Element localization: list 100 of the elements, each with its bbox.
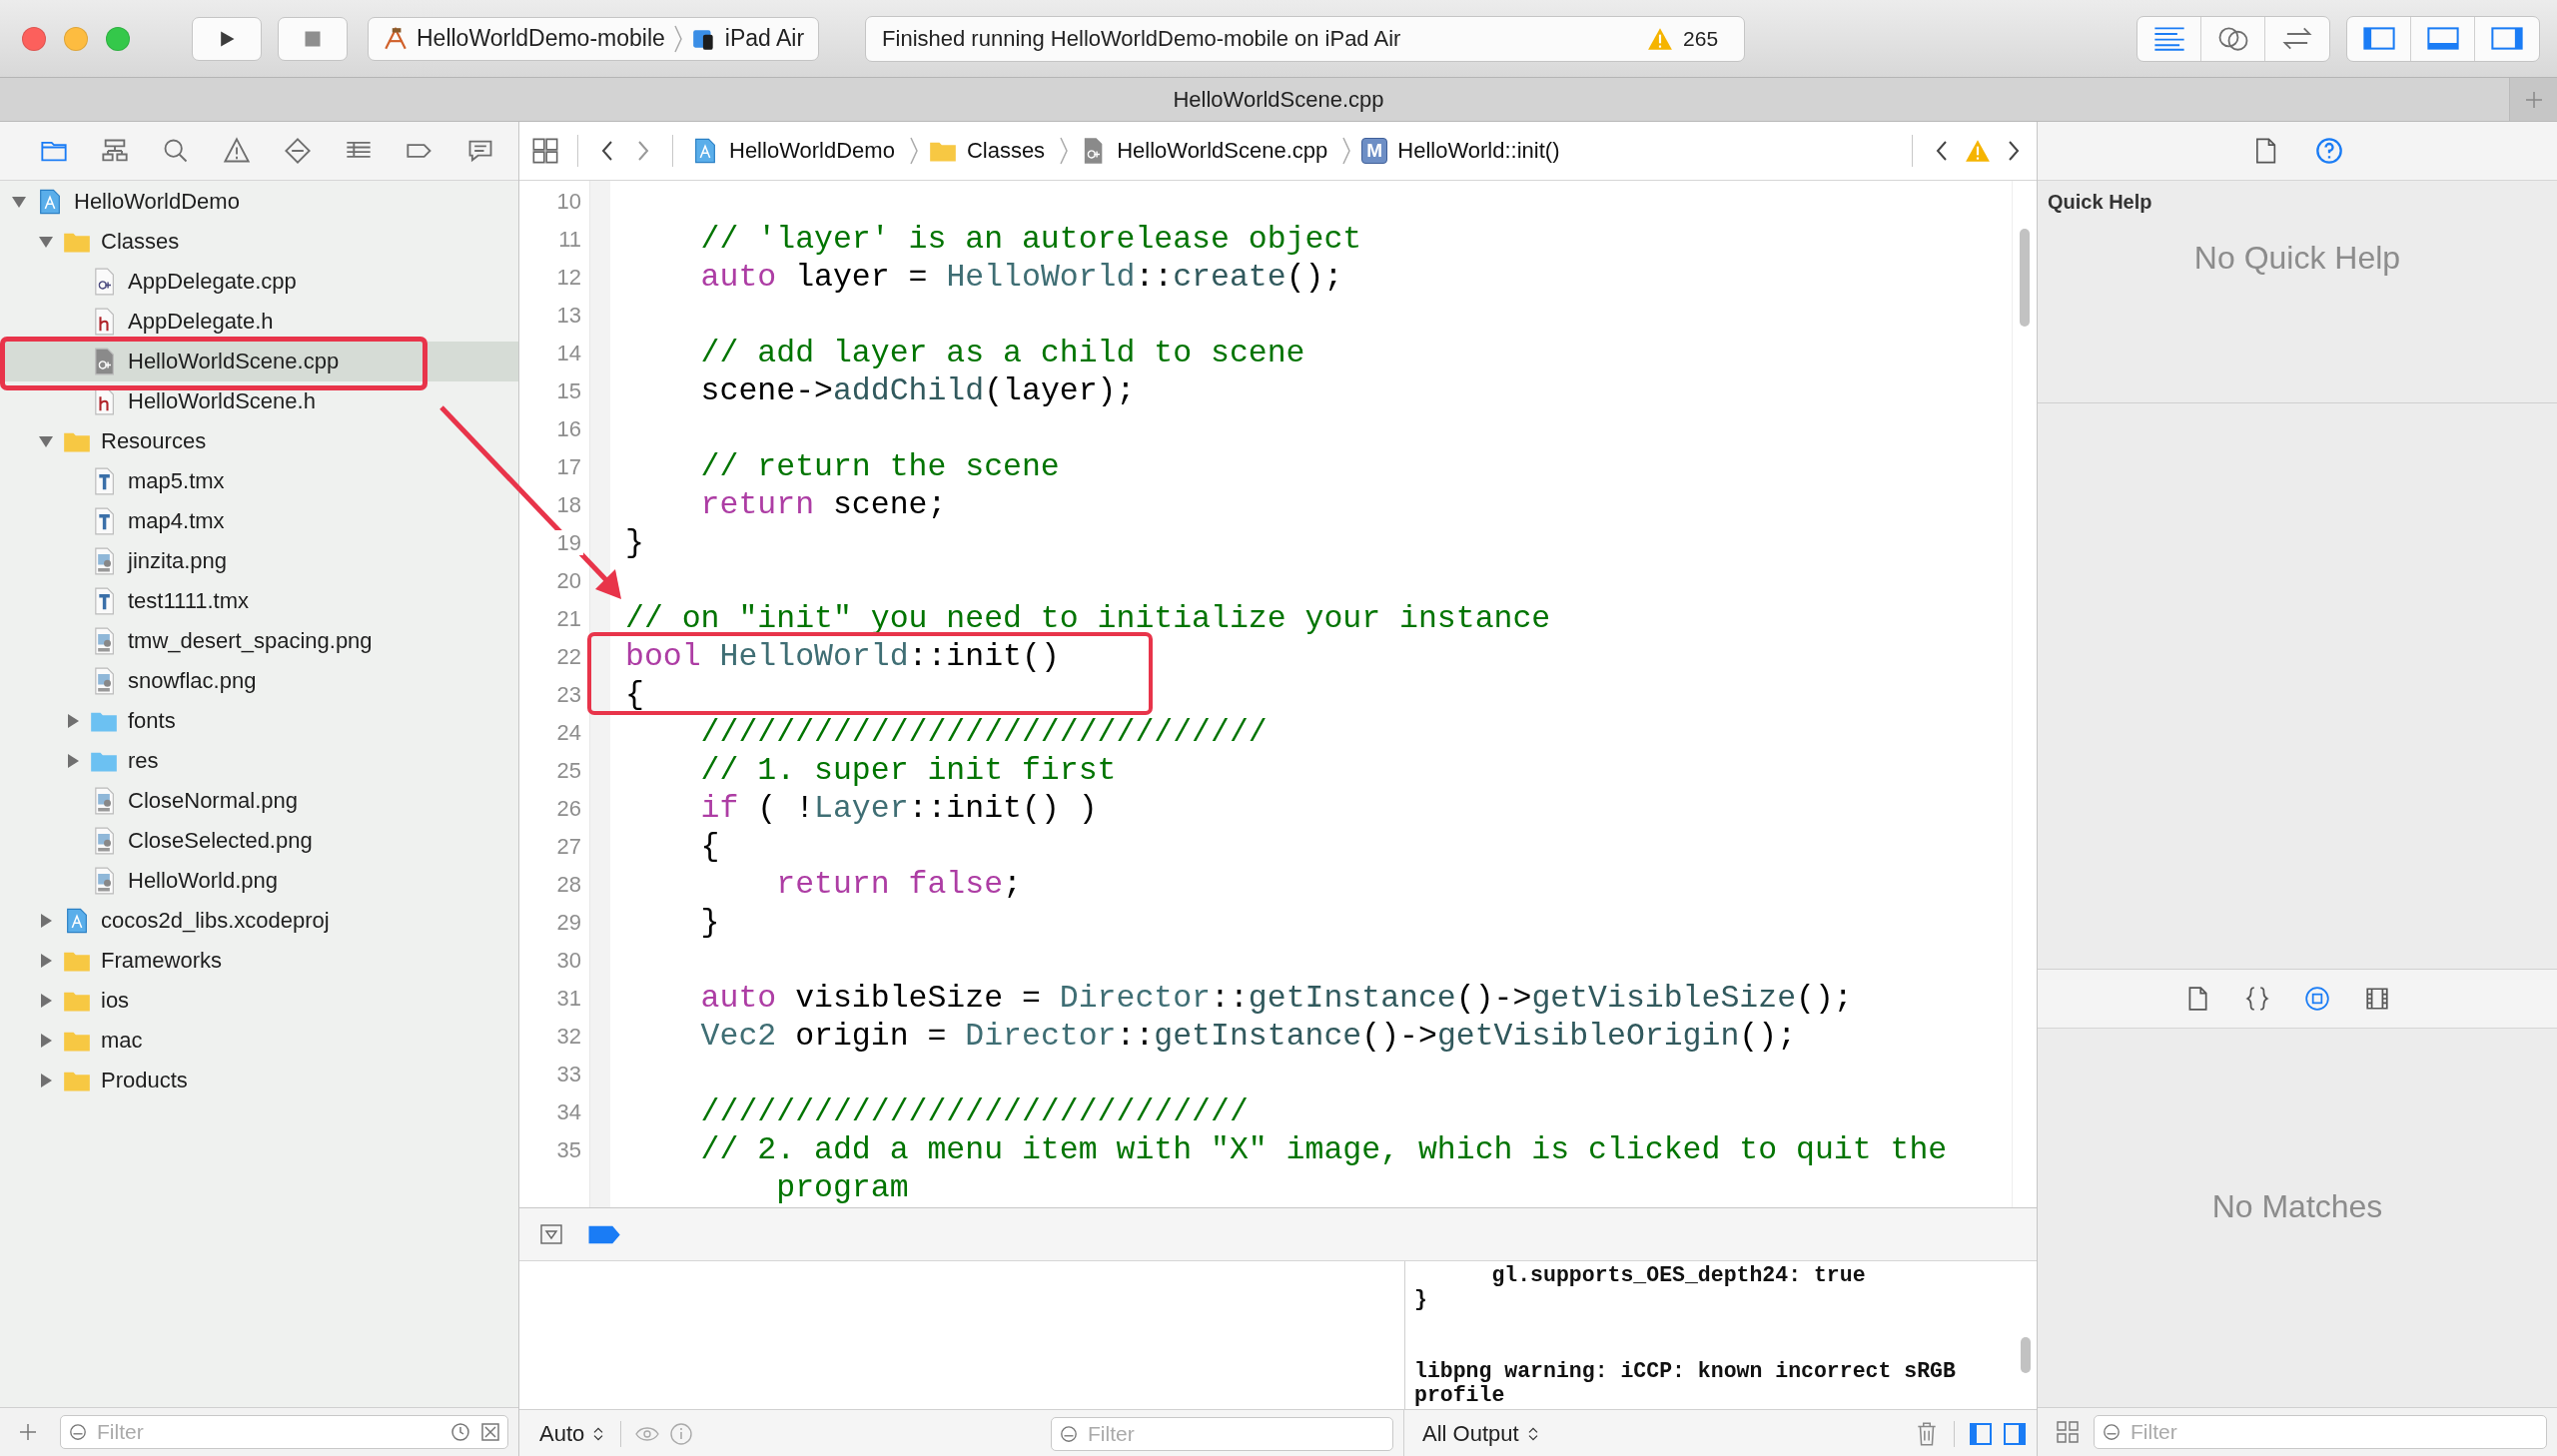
file-name: jinzita.png xyxy=(128,548,228,574)
code-line: Vec2 origin = Director::getInstance()->getVisibleOrigin(); xyxy=(699,1019,1797,1054)
file-row[interactable]: tmw_desert_spacing.png xyxy=(0,621,518,661)
method-badge: M xyxy=(1361,138,1388,164)
file-name: CloseSelected.png xyxy=(128,828,313,854)
chevron-icon xyxy=(672,23,683,54)
file-name: Resources xyxy=(101,428,207,454)
scrollbar-thumb[interactable] xyxy=(2020,229,2030,327)
file-name: AppDelegate.cpp xyxy=(128,269,297,295)
filter-field[interactable]: Filter xyxy=(1051,1417,1393,1451)
chevron-icon xyxy=(1059,136,1070,166)
file-row[interactable]: CloseNormal.png xyxy=(0,781,518,821)
group-row[interactable]: fonts xyxy=(0,701,518,741)
file-name: CloseNormal.png xyxy=(128,788,298,814)
chevron-icon xyxy=(1341,136,1352,166)
code-line: return false; xyxy=(775,867,1022,902)
scope-popup[interactable]: Auto xyxy=(539,1421,607,1447)
code-folding-ribbon[interactable] xyxy=(589,181,610,1207)
file-name: AppDelegate.h xyxy=(128,309,274,335)
filter-field[interactable]: Filter xyxy=(2094,1415,2547,1449)
code-line: ///////////////////////////// xyxy=(699,1094,1249,1129)
file-name: HelloWorldDemo xyxy=(74,189,240,215)
code-line: ////////////////////////////// xyxy=(699,715,1268,750)
group-row[interactable]: Classes xyxy=(0,222,518,262)
expanded-triangle-icon[interactable] xyxy=(11,194,27,210)
collapsed-triangle-icon[interactable] xyxy=(38,913,54,929)
variables-pane-toggle[interactable] xyxy=(1969,1422,1993,1446)
scheme-selector[interactable]: HelloWorldDemo-mobile iPad Air xyxy=(368,16,820,61)
file-row[interactable]: map4.tmx xyxy=(0,501,518,541)
file-name: HelloWorld.png xyxy=(128,868,278,894)
filter-icon xyxy=(69,1423,87,1441)
group-row[interactable]: ios xyxy=(0,981,518,1021)
file-row[interactable]: HelloWorldScene.h xyxy=(0,381,518,421)
file-name: cocos2d_libs.xcodeproj xyxy=(101,908,330,934)
film-icon xyxy=(2364,986,2390,1012)
output-popup[interactable]: All Output xyxy=(1422,1421,1541,1447)
breadcrumb[interactable]: HelloWorldDemo xyxy=(729,138,895,164)
collapsed-triangle-icon[interactable] xyxy=(38,1033,54,1049)
file-name: map4.tmx xyxy=(128,508,225,534)
code-line: // add layer as a child to scene xyxy=(699,336,1305,370)
code-line: } xyxy=(699,905,720,940)
file-name: test1111.tmx xyxy=(128,588,250,614)
code-line: // return the scene xyxy=(699,449,1060,484)
file-row[interactable]: test1111.tmx xyxy=(0,581,518,621)
collapsed-triangle-icon[interactable] xyxy=(65,713,81,729)
grid-icon[interactable] xyxy=(531,137,559,165)
braces-icon xyxy=(2244,986,2270,1012)
file-name: HelloWorldScene.h xyxy=(128,388,316,414)
file-name: tmw_desert_spacing.png xyxy=(128,628,373,654)
collapsed-triangle-icon[interactable] xyxy=(38,953,54,969)
file-name: fonts xyxy=(128,708,176,734)
file-name: ios xyxy=(101,988,130,1014)
breadcrumb[interactable]: HelloWorldScene.cpp xyxy=(1117,138,1328,164)
file-name: map5.tmx xyxy=(128,468,225,494)
zoom-button[interactable] xyxy=(106,26,130,51)
run-button[interactable] xyxy=(192,16,262,61)
group-row[interactable]: HelloWorldDemo xyxy=(0,182,518,222)
output-label: All Output xyxy=(1422,1421,1519,1447)
file-name: snowflac.png xyxy=(128,668,257,694)
crossed-box-icon[interactable] xyxy=(480,1422,500,1442)
scrollbar-thumb[interactable] xyxy=(2021,1337,2031,1373)
arrows-icon xyxy=(2280,25,2314,52)
file-name: HelloWorldScene.cpp xyxy=(128,349,340,374)
breadcrumb[interactable]: HelloWorld::init() xyxy=(1397,138,1560,164)
status-text: Finished running HelloWorldDemo-mobile on iPad Air xyxy=(882,25,1402,52)
file-row[interactable]: snowflac.png xyxy=(0,661,518,701)
clock-icon[interactable] xyxy=(450,1422,470,1442)
collapsed-triangle-icon[interactable] xyxy=(38,1073,54,1089)
group-row[interactable]: Products xyxy=(0,1061,518,1100)
file-row[interactable]: AppDelegate.cpp xyxy=(0,262,518,302)
code-line: { xyxy=(625,677,644,712)
warning-icon xyxy=(223,137,251,165)
window-title: HelloWorldScene.cpp xyxy=(1172,86,1385,113)
group-row[interactable]: cocos2d_libs.xcodeproj xyxy=(0,901,518,941)
group-row[interactable]: Resources xyxy=(0,421,518,461)
file-row[interactable]: AppDelegate.h xyxy=(0,302,518,342)
collapsed-triangle-icon[interactable] xyxy=(38,993,54,1009)
collapsed-triangle-icon[interactable] xyxy=(65,753,81,769)
file-row[interactable]: map5.tmx xyxy=(0,461,518,501)
navigator-pane-icon xyxy=(2361,25,2396,52)
chevron-icon xyxy=(908,136,919,166)
console-pane-toggle[interactable] xyxy=(2003,1422,2027,1446)
file-row[interactable]: CloseSelected.png xyxy=(0,821,518,861)
filter-field[interactable]: Filter xyxy=(60,1415,508,1449)
group-row[interactable]: Frameworks xyxy=(0,941,518,981)
group-row[interactable]: mac xyxy=(0,1021,518,1061)
file-row[interactable]: HelloWorld.png xyxy=(0,861,518,901)
expanded-triangle-icon[interactable] xyxy=(38,433,54,449)
close-button[interactable] xyxy=(22,26,46,51)
file-row[interactable]: jinzita.png xyxy=(0,541,518,581)
stop-button[interactable] xyxy=(278,16,348,61)
expanded-triangle-icon[interactable] xyxy=(38,234,54,250)
add-icon[interactable] xyxy=(18,1422,38,1442)
group-row[interactable]: res xyxy=(0,741,518,781)
diamond-icon xyxy=(284,137,312,165)
code-line: auto layer = HelloWorld::create(); xyxy=(699,260,1343,295)
grid-icon[interactable] xyxy=(2056,1420,2080,1444)
lines-icon xyxy=(2151,25,2186,52)
code-line: // 'layer' is an autorelease object xyxy=(699,222,1362,257)
breadcrumb[interactable]: Classes xyxy=(966,138,1046,164)
